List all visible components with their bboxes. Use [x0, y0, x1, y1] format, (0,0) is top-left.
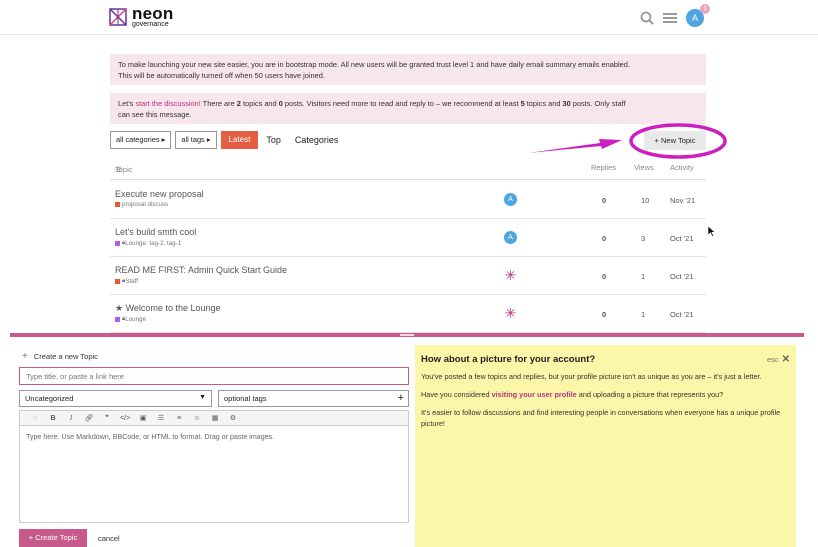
topic-title[interactable]: Let's build smth cool: [115, 227, 196, 237]
composer-title: Create a new Topic: [33, 352, 98, 361]
plus-icon: +: [28, 533, 34, 542]
reply-count: 0: [602, 310, 607, 319]
topic-category[interactable]: 🔒︎ Staff: [115, 277, 138, 285]
editor-toolbar: ◌ B I 🔗︎ ❞ </> ▣ ☰ ≡ ☺ ▦ ⚙: [19, 410, 409, 426]
bullet-list-icon[interactable]: ☰: [152, 414, 170, 422]
annotation-circle: [629, 123, 727, 159]
topic-category[interactable]: 🔒︎ Lounge: [115, 315, 146, 323]
activity-date[interactable]: Oct '21: [670, 272, 694, 281]
topic-category[interactable]: proposal discuss: [115, 201, 168, 208]
post-editor[interactable]: Type here. Use Markdown, BBCode, or HTML…: [19, 426, 409, 523]
replies-column-header[interactable]: Replies: [591, 163, 616, 172]
mouse-cursor-icon: [708, 226, 716, 237]
gear-icon[interactable]: ⚙: [224, 414, 242, 422]
add-tag-icon: +: [397, 392, 404, 404]
tip-paragraph: You've posted a few topics and replies, …: [421, 372, 762, 381]
image-upload-icon[interactable]: ▣: [134, 414, 152, 422]
blockquote-icon[interactable]: ❞: [98, 414, 116, 422]
tip-paragraph: Have you considered visiting your user p…: [421, 389, 790, 400]
user-profile-link[interactable]: visiting your user profile: [492, 390, 577, 399]
topic-composer: + Create a new Topic Type title, or paste…: [10, 333, 804, 547]
topic-title[interactable]: READ ME FIRST: Admin Quick Start Guide: [115, 265, 287, 275]
category-color-icon: [115, 278, 120, 284]
create-topic-button[interactable]: + Create Topic: [19, 529, 87, 547]
activity-date[interactable]: Oct '21: [670, 310, 694, 319]
activity-date[interactable]: Oct '21: [670, 234, 694, 243]
category-label: proposal discuss: [122, 201, 169, 208]
activity-column-header[interactable]: Activity: [670, 163, 694, 172]
close-icon: ✕: [781, 354, 790, 365]
category-color-icon: [115, 316, 120, 322]
esc-label: esc: [766, 355, 779, 364]
emoji-icon[interactable]: ☺: [188, 415, 206, 422]
annotation-arrow: [528, 139, 622, 153]
activity-date[interactable]: Nov '21: [670, 196, 695, 205]
system-avatar[interactable]: ✳: [504, 268, 517, 282]
tip-text: and uploading a picture that represents …: [576, 390, 724, 399]
category-select-value: Uncategorized: [25, 394, 74, 403]
reply-count: 0: [602, 272, 607, 281]
table-row[interactable]: ★ Welcome to the Lounge 🔒︎ Lounge ✳ 0 1 O…: [110, 295, 706, 333]
tip-paragraph: It's easier to follow discussions and fi…: [421, 408, 781, 428]
pin-icon: ★: [115, 303, 124, 313]
create-topic-label: Create Topic: [35, 533, 78, 542]
topic-list-header: ☰ Topic Replies Views Activity: [110, 161, 706, 180]
view-count: 1: [641, 272, 646, 281]
system-avatar[interactable]: ✳: [504, 306, 517, 320]
topic-header-label: Topic: [115, 165, 133, 174]
reply-count: 0: [602, 196, 607, 205]
table-row[interactable]: Let's build smth cool 🔒︎ Lounge tag-2, ta…: [110, 219, 706, 257]
code-icon[interactable]: </>: [116, 415, 134, 422]
category-label: Staff: [125, 277, 138, 285]
composer-header: + Create a new Topic: [22, 351, 98, 362]
composer-resize-grip[interactable]: [400, 334, 414, 336]
view-count: 10: [641, 196, 650, 205]
close-tip-button[interactable]: esc ✕: [767, 354, 790, 365]
views-column-header[interactable]: Views: [634, 163, 654, 172]
profile-picture-tip: esc ✕ How about a picture for your accoun…: [415, 345, 796, 547]
tip-title: How about a picture for your account?: [421, 354, 596, 365]
poster-avatar[interactable]: A: [504, 231, 517, 244]
category-label: Lounge: [125, 315, 146, 323]
topic-tags[interactable]: tag-2, tag-1: [149, 240, 181, 247]
reply-count: 0: [602, 234, 607, 243]
tags-placeholder: optional tags: [224, 394, 267, 403]
cancel-link[interactable]: cancel: [98, 534, 120, 543]
table-row[interactable]: Execute new proposal proposal discuss A …: [110, 181, 706, 219]
topic-title[interactable]: Execute new proposal: [115, 189, 204, 199]
italic-icon[interactable]: I: [62, 414, 80, 422]
topic-title-input[interactable]: Type title, or paste a link here: [19, 367, 409, 385]
category-color-icon: [115, 240, 120, 246]
quote-icon[interactable]: ◌: [26, 415, 44, 422]
topic-title-text: Welcome to the Lounge: [125, 303, 221, 313]
table-row[interactable]: READ ME FIRST: Admin Quick Start Guide 🔒…: [110, 257, 706, 295]
topic-category[interactable]: 🔒︎ Lounge tag-2, tag-1: [115, 239, 181, 247]
plus-icon: +: [22, 351, 28, 362]
category-color-icon: [115, 202, 120, 207]
calendar-icon[interactable]: ▦: [206, 414, 224, 422]
topic-title[interactable]: ★ Welcome to the Lounge: [115, 303, 221, 314]
category-label: Lounge: [125, 239, 146, 247]
tip-text: Have you considered: [421, 390, 492, 399]
view-count: 3: [641, 234, 646, 243]
caret-down-icon: ▼: [199, 394, 206, 401]
link-icon[interactable]: 🔗︎: [80, 414, 98, 422]
tags-select[interactable]: optional tags +: [218, 390, 409, 407]
view-count: 1: [641, 310, 646, 319]
poster-avatar[interactable]: A: [504, 193, 517, 206]
numbered-list-icon[interactable]: ≡: [170, 415, 188, 422]
bold-icon[interactable]: B: [44, 415, 62, 422]
category-select[interactable]: Uncategorized ▼: [19, 390, 212, 407]
